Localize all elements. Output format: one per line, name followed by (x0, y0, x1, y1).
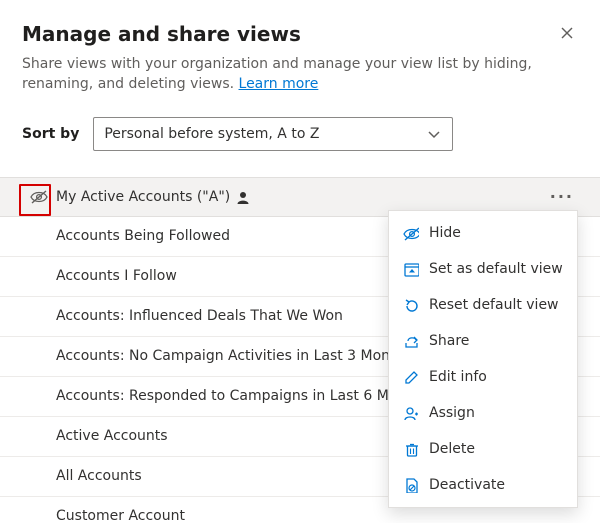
view-name: All Accounts (56, 468, 142, 484)
menu-item-edit-info[interactable]: Edit info (389, 359, 577, 395)
view-name: Accounts: No Campaign Activities in Last… (56, 348, 412, 364)
menu-item-label: Hide (429, 225, 461, 241)
view-name: Active Accounts (56, 428, 168, 444)
sort-select-value: Personal before system, A to Z (104, 126, 426, 142)
person-icon (236, 190, 250, 204)
panel-header: Manage and share views (22, 22, 578, 54)
view-name: Accounts Being Followed (56, 228, 230, 244)
close-button[interactable] (556, 22, 578, 44)
assign-icon (403, 405, 419, 421)
view-name: Accounts: Responded to Campaigns in Last… (56, 388, 428, 404)
panel-title: Manage and share views (22, 22, 301, 46)
menu-item-deactivate[interactable]: Deactivate (389, 467, 577, 503)
sort-label: Sort by (22, 126, 79, 142)
home-view-icon (403, 261, 419, 277)
menu-item-share[interactable]: Share (389, 323, 577, 359)
deactivate-icon (403, 477, 419, 493)
row-more-button[interactable]: ··· (546, 187, 578, 206)
menu-item-label: Edit info (429, 369, 487, 385)
sort-row: Sort by Personal before system, A to Z (22, 117, 578, 151)
menu-item-label: Set as default view (429, 261, 563, 277)
menu-item-assign[interactable]: Assign (389, 395, 577, 431)
menu-item-label: Assign (429, 405, 475, 421)
menu-item-set-default[interactable]: Set as default view (389, 251, 577, 287)
close-icon (560, 26, 574, 40)
share-icon (403, 333, 419, 349)
view-name: Accounts: Influenced Deals That We Won (56, 308, 343, 324)
view-name: Customer Account (56, 508, 185, 523)
sort-select[interactable]: Personal before system, A to Z (93, 117, 453, 151)
eye-slash-icon (403, 225, 419, 241)
delete-icon (403, 441, 419, 457)
menu-item-label: Deactivate (429, 477, 505, 493)
menu-item-label: Delete (429, 441, 475, 457)
reset-icon (403, 297, 419, 313)
view-name: Accounts I Follow (56, 268, 177, 284)
row-context-menu: Hide Set as default view Reset default v… (388, 210, 578, 508)
menu-item-hide[interactable]: Hide (389, 215, 577, 251)
edit-icon (403, 369, 419, 385)
menu-item-label: Reset default view (429, 297, 559, 313)
learn-more-link[interactable]: Learn more (239, 76, 319, 92)
menu-item-delete[interactable]: Delete (389, 431, 577, 467)
panel-subtitle: Share views with your organization and m… (22, 54, 562, 95)
eye-slash-icon (22, 188, 56, 206)
chevron-down-icon (426, 127, 442, 141)
menu-item-reset-default[interactable]: Reset default view (389, 287, 577, 323)
menu-item-label: Share (429, 333, 469, 349)
view-name: My Active Accounts ("A") (56, 189, 230, 205)
